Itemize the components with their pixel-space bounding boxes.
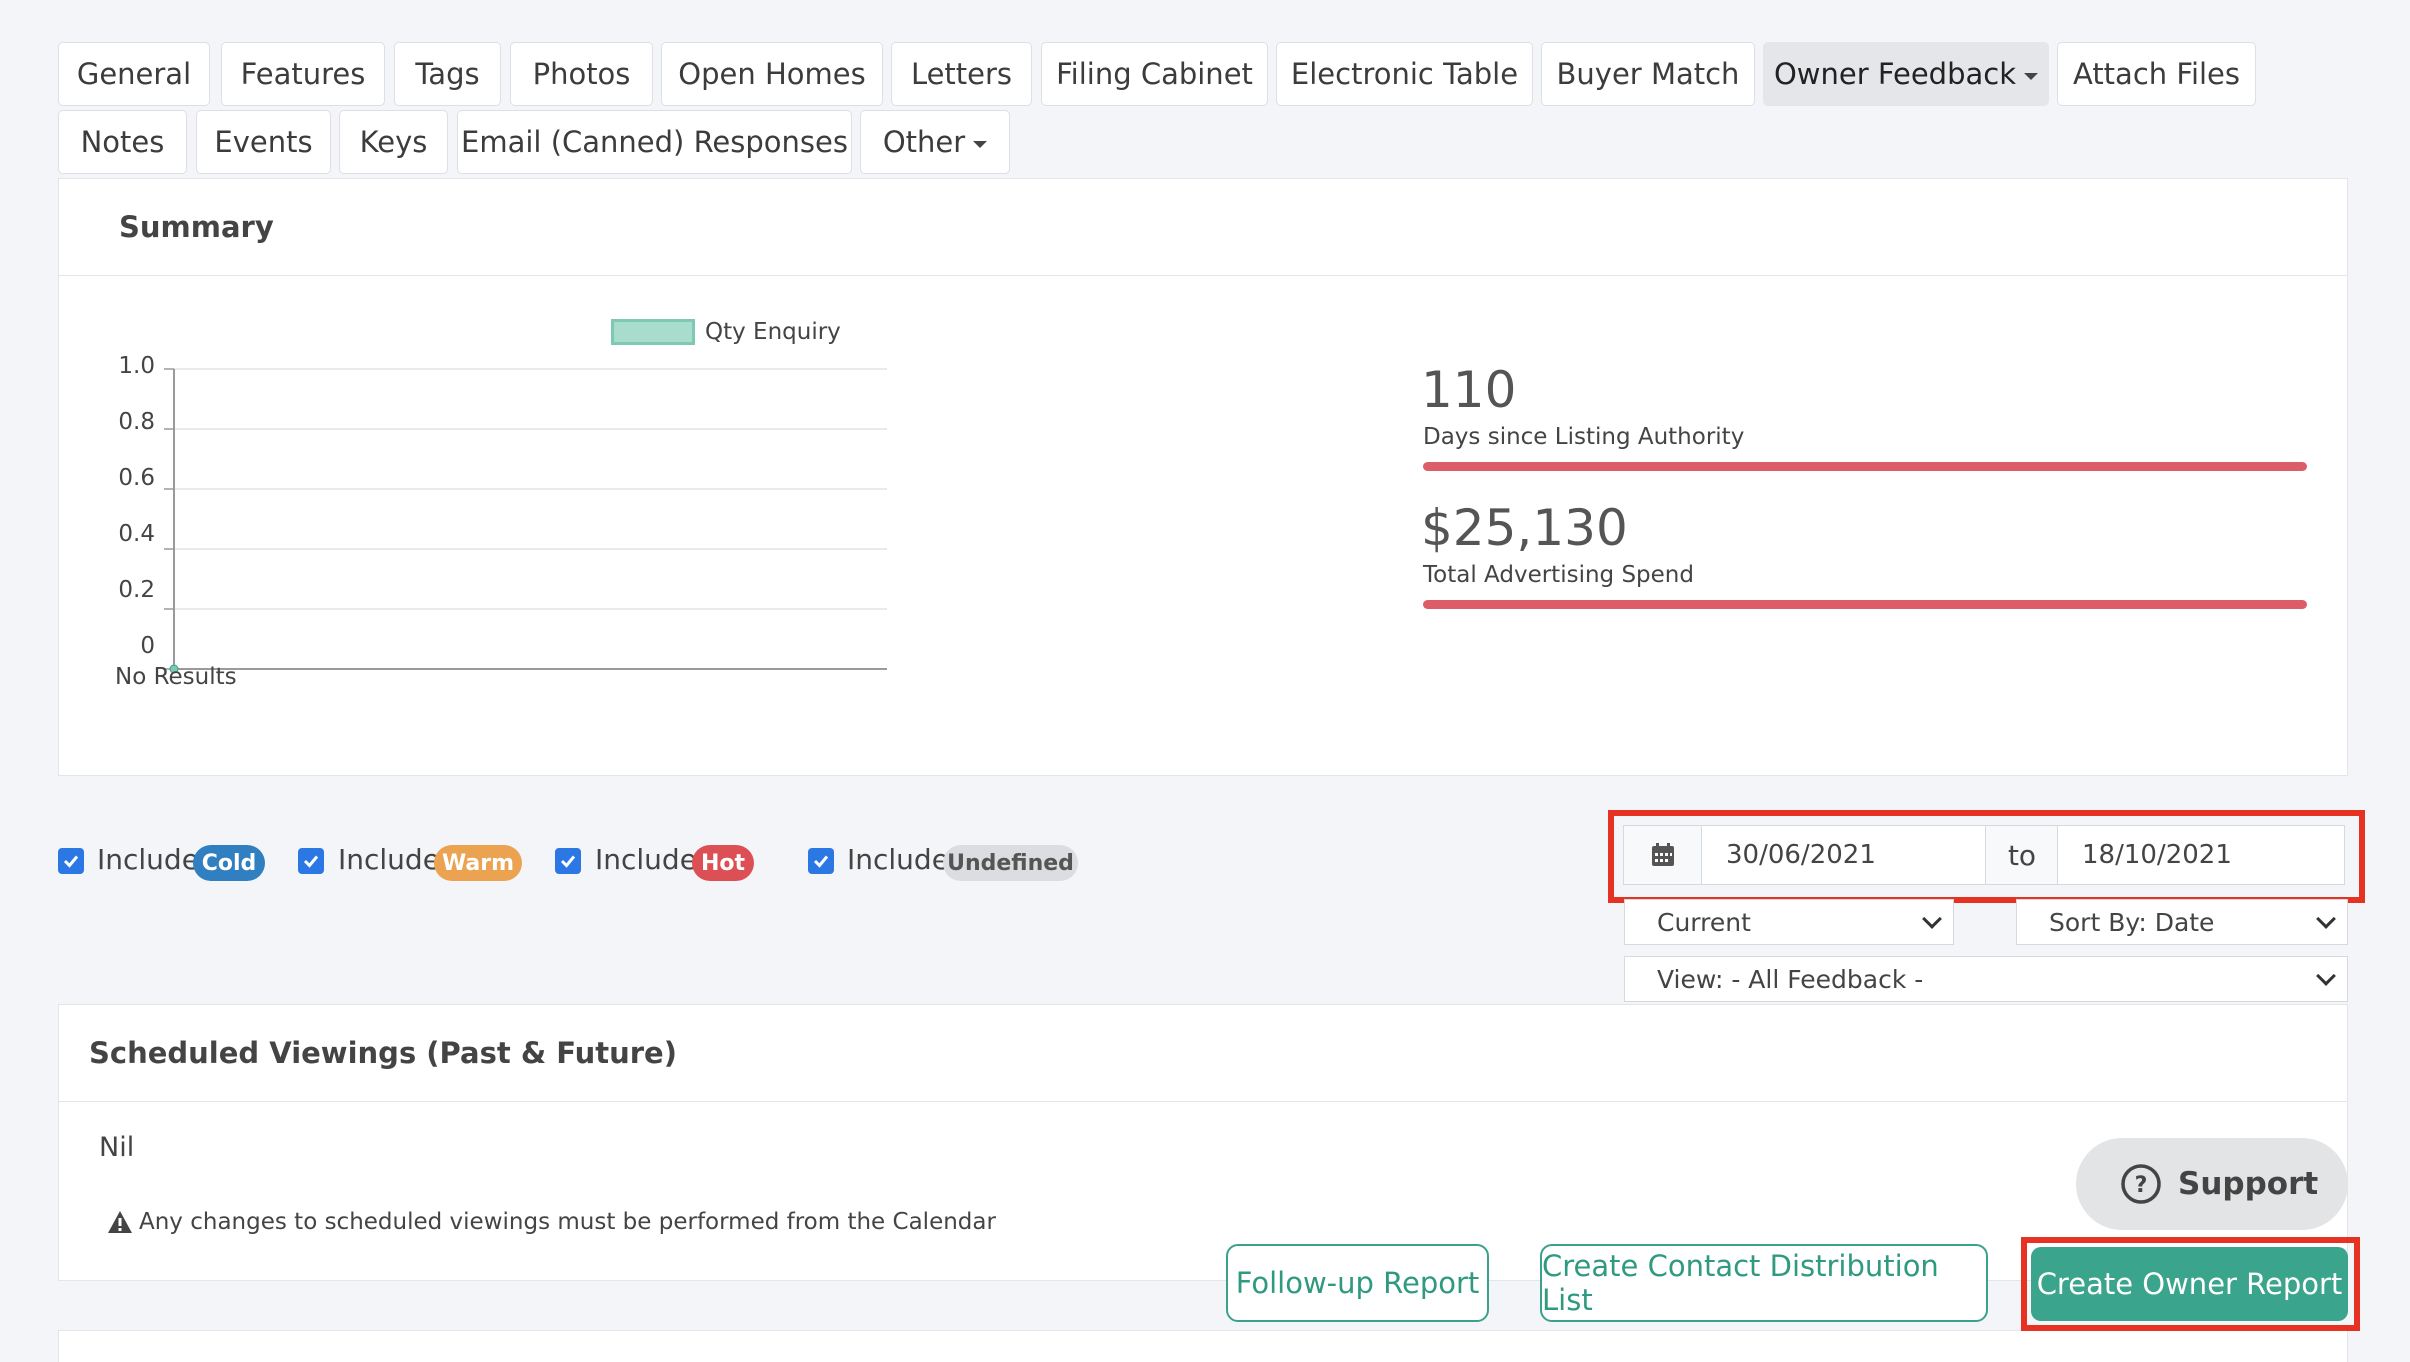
advertising-spend-label: Total Advertising Spend: [1423, 562, 1694, 588]
checkbox-hot[interactable]: [555, 848, 581, 874]
viewings-value: Nil: [99, 1132, 135, 1163]
checkbox-cold[interactable]: [58, 848, 84, 874]
tab-label: Features: [240, 57, 366, 91]
chevron-down-icon: [2316, 909, 2336, 929]
caret-down-icon: [973, 140, 988, 148]
tab-label: Tags: [415, 57, 480, 91]
tab-buyer-match[interactable]: Buyer Match: [1541, 42, 1755, 106]
help-icon: ?: [2121, 1164, 2161, 1204]
owner-report-highlight: [2021, 1237, 2360, 1331]
viewings-panel: Scheduled Viewings (Past & Future) Nil A…: [58, 1004, 2348, 1281]
include-label: Include: [847, 843, 949, 876]
viewings-notice: Any changes to scheduled viewings must b…: [107, 1209, 996, 1235]
badge-undefined: Undefined: [943, 845, 1078, 881]
support-button[interactable]: ? Support: [2076, 1138, 2348, 1230]
follow-up-report-button[interactable]: Follow-up Report: [1226, 1244, 1489, 1322]
tab-electronic-table[interactable]: Electronic Table: [1276, 42, 1533, 106]
chevron-down-icon: [1922, 909, 1942, 929]
tab-label: Buyer Match: [1556, 57, 1740, 91]
tab-label: Open Homes: [678, 57, 866, 91]
tab-label: Filing Cabinet: [1056, 57, 1253, 91]
badge-hot: Hot: [692, 845, 754, 881]
tab-photos[interactable]: Photos: [510, 42, 653, 106]
tab-label: Events: [214, 125, 313, 159]
tab-label: Electronic Table: [1290, 57, 1519, 91]
tab-keys[interactable]: Keys: [339, 110, 448, 174]
advertising-spend-value: $25,130: [1421, 499, 1628, 557]
summary-title: Summary: [119, 210, 274, 244]
include-label: Include: [97, 843, 199, 876]
tab-label: Keys: [359, 125, 428, 159]
tab-events[interactable]: Events: [196, 110, 331, 174]
days-since-listing-label: Days since Listing Authority: [1423, 424, 1745, 450]
check-icon: [813, 855, 829, 868]
tab-label: Photos: [532, 57, 631, 91]
support-label: Support: [2178, 1166, 2319, 1202]
include-label: Include: [338, 843, 440, 876]
badge-warm: Warm: [434, 845, 522, 881]
tab-general[interactable]: General: [58, 42, 210, 106]
include-label: Include: [595, 843, 697, 876]
follow-up-report-label: Follow-up Report: [1235, 1266, 1480, 1300]
viewings-title: Scheduled Viewings (Past & Future): [89, 1036, 677, 1070]
create-distribution-list-label: Create Contact Distribution List: [1542, 1249, 1939, 1317]
tab-label: Letters: [910, 57, 1013, 91]
tab-open-homes[interactable]: Open Homes: [661, 42, 883, 106]
tab-label: Attach Files: [2072, 57, 2241, 91]
enquiry-chart: Qty Enquiry 1.0 0.8 0.6 0.4 0.2 0 No Res…: [59, 276, 1379, 776]
warning-icon: [108, 1211, 132, 1233]
tab-other[interactable]: Other: [860, 110, 1010, 174]
sort-select-value: Sort By: Date: [2049, 907, 2215, 937]
advertising-spend-bar: [1423, 600, 2307, 609]
checkbox-undefined[interactable]: [808, 848, 834, 874]
tab-label: Owner Feedback: [1773, 57, 2016, 91]
chart-plot: [164, 368, 887, 674]
tab-label: Notes: [80, 125, 165, 159]
tab-filing-cabinet[interactable]: Filing Cabinet: [1041, 42, 1268, 106]
days-since-listing-bar: [1423, 462, 2307, 471]
check-icon: [303, 855, 319, 868]
tab-label: General: [76, 57, 192, 91]
date-range-highlight: [1608, 810, 2365, 903]
summary-panel: Summary Qty Enquiry 1.0 0.8 0.6 0.4 0.2 …: [58, 178, 2348, 776]
svg-text:?: ?: [2135, 1173, 2148, 1198]
badge-cold: Cold: [193, 845, 265, 881]
tab-label: Email (Canned) Responses: [461, 125, 848, 159]
days-since-listing-value: 110: [1421, 361, 1517, 419]
tab-features[interactable]: Features: [221, 42, 385, 106]
create-distribution-list-button[interactable]: Create Contact Distribution List: [1540, 1244, 1988, 1322]
view-select[interactable]: View: - All Feedback -: [1624, 956, 2348, 1002]
tab-label: Other: [882, 125, 966, 159]
tab-owner-feedback[interactable]: Owner Feedback: [1763, 42, 2049, 106]
tab-attach-files[interactable]: Attach Files: [2057, 42, 2256, 106]
chevron-down-icon: [2316, 966, 2336, 986]
sort-select[interactable]: Sort By: Date: [2016, 899, 2348, 945]
summary-header: Summary: [59, 179, 2347, 276]
viewings-header: Scheduled Viewings (Past & Future): [59, 1005, 2347, 1102]
viewings-notice-text: Any changes to scheduled viewings must b…: [139, 1209, 996, 1235]
tab-email-canned-responses[interactable]: Email (Canned) Responses: [457, 110, 852, 174]
checkbox-warm[interactable]: [298, 848, 324, 874]
tab-notes[interactable]: Notes: [58, 110, 187, 174]
status-select[interactable]: Current: [1624, 899, 1954, 945]
next-panel-edge: [58, 1330, 2348, 1362]
check-icon: [63, 855, 79, 868]
check-icon: [560, 855, 576, 868]
x-tick-label: No Results: [115, 664, 237, 690]
caret-down-icon: [2024, 72, 2038, 80]
tab-letters[interactable]: Letters: [891, 42, 1032, 106]
tab-tags[interactable]: Tags: [394, 42, 501, 106]
status-select-value: Current: [1657, 907, 1751, 937]
view-select-value: View: - All Feedback -: [1657, 964, 1924, 994]
